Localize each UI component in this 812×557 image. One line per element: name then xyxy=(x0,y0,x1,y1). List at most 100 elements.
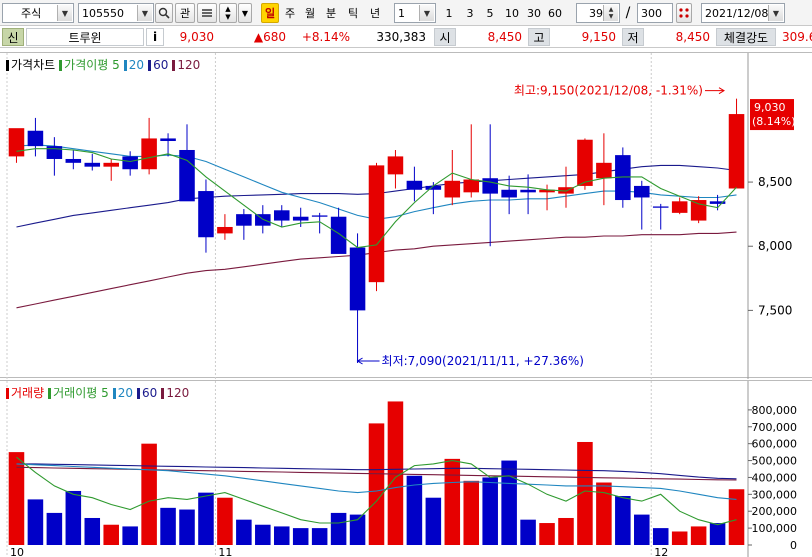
spin-icon[interactable]: ▲ ▼ xyxy=(603,5,618,21)
candle-body xyxy=(501,189,517,198)
date-picker[interactable]: 2021/12/08 ▼ xyxy=(701,3,785,23)
prev-next-stepper[interactable]: ▲ ▼ xyxy=(219,3,237,23)
link-button[interactable] xyxy=(197,3,217,23)
y-tick-label: 700,000 xyxy=(752,421,798,434)
period-day-button[interactable]: 일 xyxy=(261,3,279,23)
candle-body xyxy=(330,216,347,254)
candle-body xyxy=(387,156,404,175)
market-select-value: 주식 xyxy=(21,7,42,20)
stock-code-value: 105550 xyxy=(82,6,124,20)
candle-body xyxy=(46,146,63,159)
display-count-value: 39 xyxy=(589,6,603,20)
candle-body xyxy=(292,216,309,221)
volume-bar xyxy=(84,517,101,545)
period-month-button[interactable]: 월 xyxy=(301,3,319,23)
period-minute-button[interactable]: 분 xyxy=(322,3,340,23)
candle-body xyxy=(444,180,461,198)
stock-name: 트루윈 xyxy=(26,28,144,46)
list-dropdown-button[interactable]: ▼ xyxy=(238,3,252,23)
volume-chart[interactable]: 0 100,000 200,000 300,000 400,000 500,000 600,… xyxy=(0,381,812,557)
price-legend-item: 60 xyxy=(148,58,168,72)
market-select[interactable]: 주식 ▼ xyxy=(2,3,74,23)
favorite-button[interactable]: 관 xyxy=(175,3,195,23)
volume-bar xyxy=(690,526,707,545)
volume-bar xyxy=(273,526,290,545)
interval-select[interactable]: 1 ▼ xyxy=(394,3,436,23)
volume-bar xyxy=(217,497,233,545)
price-chart[interactable]: 7,500 8,000 8,500 9,030(8.14%) 최고:9,150(2021… xyxy=(0,53,812,379)
candle-body xyxy=(596,162,612,179)
interval-1-button[interactable]: 1 xyxy=(441,3,457,23)
volume-bar xyxy=(236,519,252,545)
info-button[interactable]: i xyxy=(146,28,164,46)
change-rate: +8.14% xyxy=(301,30,350,44)
volume-chart-pane[interactable]: 거래량 거래이평 5 20 60 120 0 100,000 200,000 300,… xyxy=(0,380,812,557)
volume-legend-item: 거래량 xyxy=(6,384,44,401)
interval-60-button[interactable]: 60 xyxy=(545,3,565,23)
chevron-down-icon[interactable]: ▼ xyxy=(419,5,434,21)
interval-10-button[interactable]: 10 xyxy=(502,3,522,23)
volume-bar xyxy=(46,512,63,545)
date-value: 2021/12/08 xyxy=(705,6,769,20)
interval-value: 1 xyxy=(398,6,405,20)
search-button[interactable] xyxy=(155,3,173,23)
y-tick-label: 8,500 xyxy=(758,175,792,189)
candle-body xyxy=(179,149,195,202)
candle-body xyxy=(690,200,707,221)
volume-bar xyxy=(671,531,688,545)
chevron-down-icon[interactable]: ▼ xyxy=(768,5,783,21)
stock-code-input[interactable]: 105550 ▼ xyxy=(78,3,154,23)
interval-5-button[interactable]: 5 xyxy=(482,3,498,23)
candle-body xyxy=(84,162,101,167)
candle-body xyxy=(368,165,385,283)
volume-bar xyxy=(8,452,25,545)
caret-down-icon[interactable]: ▼ xyxy=(225,13,230,21)
volume-bar xyxy=(255,524,271,545)
price-change: ▲680 xyxy=(253,30,286,44)
volume-bar xyxy=(728,489,745,545)
period-week-button[interactable]: 주 xyxy=(281,3,299,23)
candle-body xyxy=(217,226,233,234)
volume-bar xyxy=(179,509,195,545)
y-tick-label: 800,000 xyxy=(752,404,798,417)
caret-up-icon[interactable]: ▲ xyxy=(225,5,230,13)
trade-volume: 330,383 xyxy=(376,30,426,44)
volume-bar xyxy=(330,512,347,545)
volume-bar xyxy=(463,480,480,545)
settings-button[interactable] xyxy=(676,3,692,23)
volume-bar xyxy=(387,401,404,545)
y-tick-label: 7,500 xyxy=(758,303,792,317)
candle-body xyxy=(671,201,688,213)
interval-3-button[interactable]: 3 xyxy=(462,3,478,23)
total-count-value: 300 xyxy=(641,6,662,20)
period-tick-button[interactable]: 틱 xyxy=(344,3,362,23)
volume-legend: 거래량 거래이평 5 20 60 120 xyxy=(6,384,189,401)
interval-30-button[interactable]: 30 xyxy=(524,3,544,23)
volume-bar xyxy=(65,490,82,545)
price-chart-pane[interactable]: 가격차트 가격이평 5 20 60 120 7,500 8,000 8,500 9,0… xyxy=(0,52,812,379)
chevron-down-icon[interactable]: ▼ xyxy=(137,5,152,21)
display-count-input[interactable]: 39 ▲ ▼ xyxy=(576,3,620,23)
quote-info-bar: 신 트루윈 i 9,030 ▲680 +8.14% 330,383 시 8,45… xyxy=(0,26,812,48)
period-year-button[interactable]: 년 xyxy=(366,3,384,23)
volume-bar xyxy=(122,526,138,545)
volume-bar xyxy=(103,524,119,545)
chevron-down-icon[interactable]: ▼ xyxy=(57,5,72,21)
credit-badge: 신 xyxy=(2,28,24,46)
current-rate-label: (8.14%) xyxy=(752,115,796,128)
volume-legend-item: 거래이평 5 xyxy=(48,384,109,401)
candle-body xyxy=(311,215,328,217)
candle-body xyxy=(141,138,157,170)
volume-bar xyxy=(709,523,726,545)
favorite-label: 관 xyxy=(179,7,191,20)
x-tick-label: 10 xyxy=(10,546,24,557)
open-price: 8,450 xyxy=(487,30,522,44)
y-tick-label: 8,000 xyxy=(758,239,792,253)
grid-settings-icon xyxy=(679,8,689,18)
candle-body xyxy=(520,189,536,193)
volume-bar xyxy=(501,460,517,545)
x-tick-label: 11 xyxy=(218,546,232,557)
volume-legend-item: 120 xyxy=(161,386,189,400)
volume-bar xyxy=(292,528,309,545)
total-count-input[interactable]: 300 xyxy=(637,3,673,23)
